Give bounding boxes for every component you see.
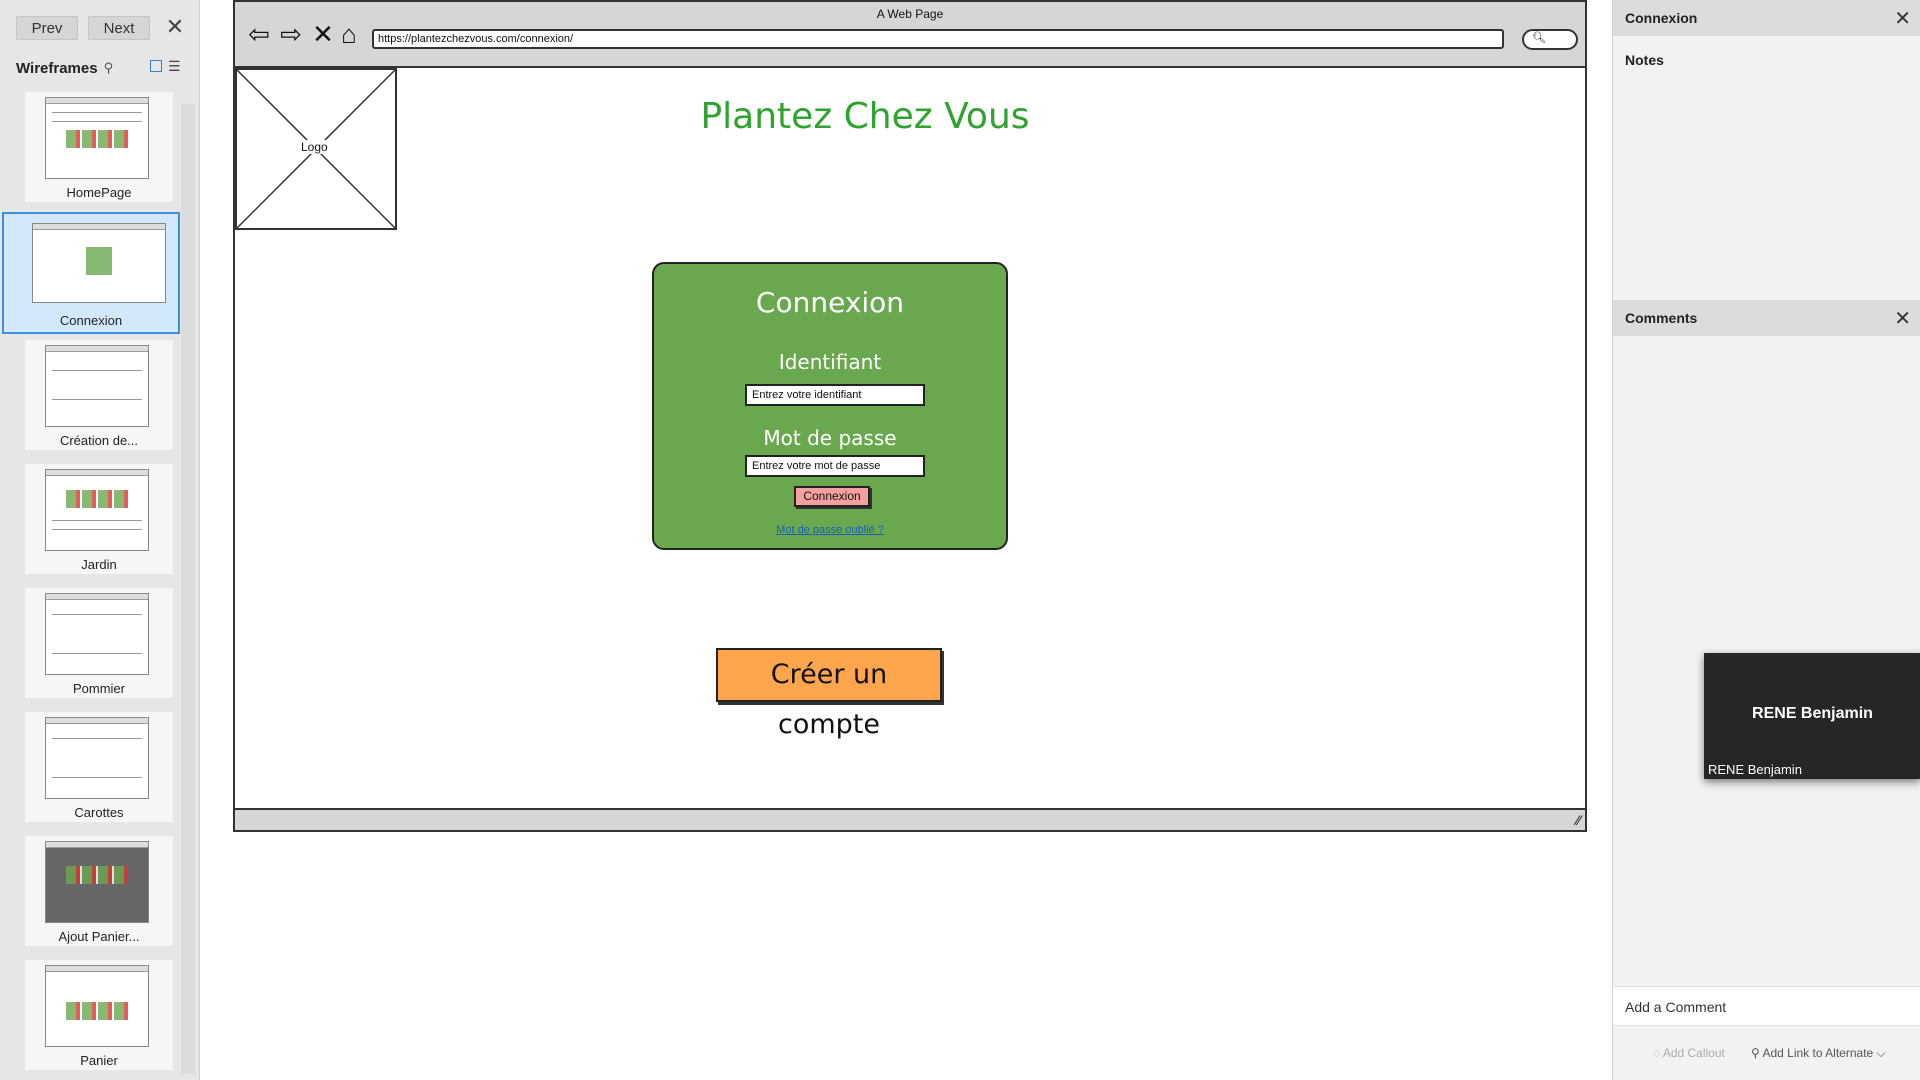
identifiant-input[interactable]: Entrez votre identifiant (745, 384, 925, 406)
wireframe-thumbnail (45, 965, 149, 1047)
site-title: Plantez Chez Vous (700, 96, 1030, 137)
wireframe-label: Panier (80, 1053, 118, 1068)
nav-bar: Prev Next ✕ (0, 0, 200, 56)
participant-caption: RENE Benjamin (1708, 762, 1802, 777)
password-label: Mot de passe (763, 426, 897, 450)
next-button[interactable]: Next (88, 16, 150, 40)
forgot-password-link[interactable]: Mot de passe oublié ? (654, 524, 1006, 536)
login-card: Connexion Identifiant Entrez votre ident… (652, 262, 1008, 550)
stop-icon[interactable]: ✕ (309, 20, 337, 48)
window-title: A Web Page (876, 7, 944, 21)
wireframes-header: Wireframes ⚲ (16, 58, 113, 78)
comments-title: Comments (1625, 310, 1698, 326)
thumbnail-view-icon[interactable] (150, 60, 162, 72)
identifiant-label: Identifiant (778, 350, 882, 374)
panel-header-comments: Comments ✕ (1613, 300, 1920, 336)
add-link-button[interactable]: ⚲ Add Link to Alternate ⌵ (1751, 1046, 1886, 1061)
wireframe-thumbnail (45, 345, 149, 427)
wireframe-label: Jardin (81, 557, 117, 572)
panel-title: Connexion (1625, 10, 1698, 26)
login-heading: Connexion (755, 286, 905, 319)
wireframe-item-panier[interactable]: Panier (25, 960, 173, 1070)
wireframe-label: Création de... (59, 433, 139, 448)
browser-status-bar: ⁄⁄ (235, 808, 1585, 830)
home-icon[interactable]: ⌂ (335, 20, 363, 48)
wireframe-thumbnail (45, 469, 149, 551)
wireframe-label: Ajout Panier... (58, 929, 140, 944)
panel-header-connexion: Connexion ✕ (1613, 0, 1920, 36)
browser-toolbar: A Web Page ⇦ ⇨ ✕ ⌂ https://plantezchezvo… (235, 2, 1585, 68)
back-arrow-icon[interactable]: ⇦ (245, 20, 273, 48)
add-link-label: Add Link to Alternate (1762, 1046, 1874, 1060)
search-icon: 🔍︎ (1532, 32, 1546, 44)
wireframes-panel: Prev Next ✕ Wireframes ⚲ ☰ HomePage Conn… (0, 0, 200, 1080)
comment-placeholder: Add a Comment (1625, 999, 1727, 1015)
comment-input[interactable]: Add a Comment (1613, 986, 1920, 1026)
list-view-icon[interactable]: ☰ (168, 59, 181, 73)
wireframe-item-pommier[interactable]: Pommier (25, 588, 173, 698)
url-bar[interactable]: https://plantezchezvous.com/connexion/ (372, 29, 1504, 49)
logo-placeholder: Logo (235, 68, 397, 230)
prev-button[interactable]: Prev (16, 16, 78, 40)
scrollbar[interactable] (181, 104, 195, 1074)
wireframe-thumbnail (45, 717, 149, 799)
wireframe-item-creation[interactable]: Création de... (25, 340, 173, 450)
create-account-button[interactable]: Créer un compte (716, 648, 942, 740)
wireframe-item-carottes[interactable]: Carottes (25, 712, 173, 822)
view-toggle: ☰ (150, 59, 181, 73)
resize-handle-icon[interactable]: ⁄⁄ (1576, 812, 1581, 828)
logo-label: Logo (299, 140, 330, 154)
wireframe-list: HomePage Connexion Création de... Jardin… (0, 92, 180, 1080)
participant-name: RENE Benjamin (1752, 705, 1873, 722)
browser-mockup: A Web Page ⇦ ⇨ ✕ ⌂ https://plantezchezvo… (233, 0, 1587, 832)
wireframe-thumbnail (32, 223, 166, 303)
close-icon[interactable]: ✕ (1894, 306, 1911, 331)
close-icon[interactable]: ✕ (1894, 6, 1911, 31)
forward-arrow-icon[interactable]: ⇨ (277, 20, 305, 48)
connexion-button[interactable]: Connexion (794, 486, 870, 507)
wireframe-item-connexion[interactable]: Connexion (2, 212, 180, 334)
wireframe-item-ajout-panier[interactable]: Ajout Panier... (25, 836, 173, 946)
wireframe-thumbnail (45, 593, 149, 675)
password-input[interactable]: Entrez votre mot de passe (745, 455, 925, 477)
wireframe-thumbnail (45, 841, 149, 923)
wireframe-label: Connexion (59, 313, 123, 328)
wireframe-label: Pommier (72, 681, 125, 696)
add-callout-button[interactable]: ◌ Add Callout (1653, 1046, 1725, 1060)
wireframe-label: Carottes (74, 805, 124, 820)
wireframe-item-jardin[interactable]: Jardin (25, 464, 173, 574)
wireframe-item-homepage[interactable]: HomePage (25, 92, 173, 202)
video-call-tile[interactable]: RENE Benjamin RENE Benjamin (1704, 653, 1920, 779)
wireframe-label: HomePage (66, 185, 132, 200)
close-icon[interactable]: ✕ (164, 16, 186, 39)
wireframes-title: Wireframes (16, 59, 98, 77)
search-field[interactable]: 🔍︎ (1522, 29, 1578, 50)
add-callout-label: Add Callout (1662, 1046, 1725, 1060)
wireframe-thumbnail (45, 97, 149, 179)
link-icon[interactable]: ⚲ (104, 60, 114, 76)
notes-label: Notes (1625, 52, 1664, 68)
properties-panel: Connexion ✕ Notes Comments ✕ RENE Benjam… (1612, 0, 1920, 1080)
